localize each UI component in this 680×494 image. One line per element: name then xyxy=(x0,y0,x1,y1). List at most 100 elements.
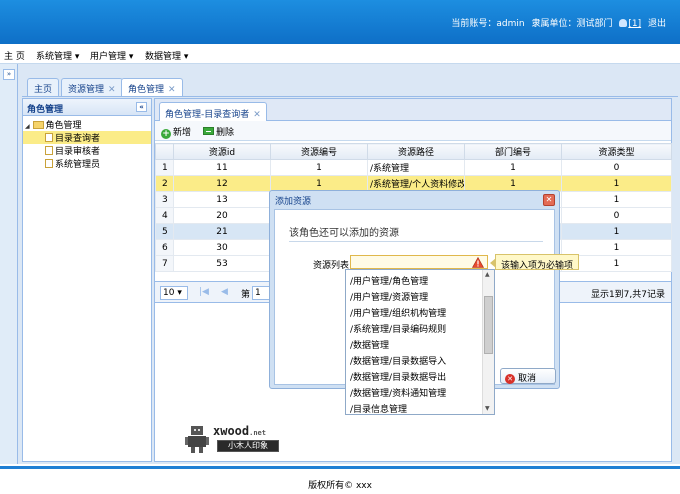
table-cell: 13 xyxy=(173,191,271,208)
resource-list-label: 资源列表 xyxy=(313,261,350,271)
west-collapsed-strip: » xyxy=(0,64,18,464)
table-cell: 30 xyxy=(173,239,271,256)
tree-node-sysadmin[interactable]: 系统管理员 xyxy=(23,157,151,170)
first-page-icon[interactable]: |◀ xyxy=(199,287,209,297)
column-header[interactable]: 资源编号 xyxy=(270,143,368,160)
page-size-select[interactable]: 10 ▾ xyxy=(160,286,188,300)
column-header[interactable]: 部门编号 xyxy=(464,143,562,160)
role-tree-panel: 角色管理 « ◢ 角色管理 目录查询者 目录审核者 系统管理员 xyxy=(22,98,152,462)
dropdown-option[interactable]: /数据管理/目录数据导出 xyxy=(346,367,482,383)
copyright-text: 版权所有© xxx xyxy=(308,481,372,491)
menu-system[interactable]: 系统管理 ▾ xyxy=(36,49,79,62)
column-header[interactable]: 资源id xyxy=(173,143,271,160)
tree-node-label: 目录审核者 xyxy=(55,147,101,157)
grid-toolbar: + 新增 删除 xyxy=(155,121,671,141)
tree-node-catalog-viewer[interactable]: 目录查询者 xyxy=(23,131,151,144)
watermark-name: xwood xyxy=(213,424,250,438)
row-number-cell: 6 xyxy=(155,239,174,256)
table-cell: 11 xyxy=(173,159,271,176)
account-label: 当前账号： xyxy=(451,19,497,29)
row-number-header xyxy=(155,143,174,160)
column-header[interactable]: 资源路径 xyxy=(367,143,465,160)
tab-home[interactable]: 主页 xyxy=(27,78,60,96)
row-number-cell: 4 xyxy=(155,207,174,224)
tab-strip-divider xyxy=(22,96,678,97)
menu-bar: 主 页 系统管理 ▾ 用户管理 ▾ 数据管理 ▾ xyxy=(0,44,680,64)
table-cell: 20 xyxy=(173,207,271,224)
dropdown-option[interactable]: /用户管理/角色管理 xyxy=(346,271,482,287)
close-icon[interactable]: ✕ xyxy=(253,110,261,120)
table-cell: 0 xyxy=(561,207,672,224)
panel-title: 角色管理 xyxy=(27,105,64,115)
collapse-icon[interactable]: « xyxy=(136,102,147,112)
table-cell: 1 xyxy=(464,159,562,176)
table-cell: 1 xyxy=(561,223,672,240)
dialog-title: 添加资源 xyxy=(275,197,312,207)
column-header[interactable]: 资源类型 xyxy=(561,143,672,160)
robot-logo-icon xyxy=(185,426,209,453)
tab-role-catalog-viewer[interactable]: 角色管理-目录查询者 ✕ xyxy=(159,102,267,121)
row-number-cell: 3 xyxy=(155,191,174,208)
dialog-close-icon[interactable]: ✕ xyxy=(543,194,555,206)
dropdown-option[interactable]: /数据管理/资料通知管理 xyxy=(346,383,482,399)
dialog-heading: 该角色还可以添加的资源 xyxy=(289,228,399,239)
table-cell: /系统管理 xyxy=(367,159,465,176)
dropdown-option[interactable]: /数据管理 xyxy=(346,335,482,351)
cancel-label: 取消 xyxy=(518,374,537,384)
table-row[interactable]: 1 11 1/系统管理 1 0 xyxy=(155,159,672,176)
delete-button[interactable]: 删除 xyxy=(203,125,234,138)
table-cell: 1 xyxy=(561,175,672,192)
dropdown-option[interactable]: /目录信息管理 xyxy=(346,399,482,414)
tab-role-label: 角色管理 xyxy=(128,85,165,95)
add-button[interactable]: + 新增 xyxy=(161,125,191,139)
scrollbar-thumb[interactable] xyxy=(484,296,493,354)
tree-node-root[interactable]: ◢ 角色管理 xyxy=(23,118,151,131)
table-cell: 53 xyxy=(173,255,271,272)
dropdown-option[interactable]: /用户管理/资源管理 xyxy=(346,287,482,303)
cancel-button[interactable]: ✕ 取消 xyxy=(500,368,556,384)
file-icon xyxy=(45,159,53,168)
dropdown-scrollbar[interactable]: ▲ ▼ xyxy=(482,270,494,414)
tree-toggle-icon[interactable]: ◢ xyxy=(25,123,30,130)
unit-name: 测试部门 xyxy=(576,19,613,29)
row-number-cell: 7 xyxy=(155,255,174,272)
tree-node-label: 系统管理员 xyxy=(55,160,101,170)
resource-list-combobox[interactable] xyxy=(350,255,488,269)
add-label: 新增 xyxy=(173,128,192,138)
logout-link[interactable]: 退出 xyxy=(648,19,666,29)
dropdown-option[interactable]: /系统管理/目录编码规则 xyxy=(346,319,482,335)
user-count[interactable]: [1] xyxy=(628,19,641,29)
folder-icon xyxy=(32,121,44,129)
account-name: admin xyxy=(496,19,525,29)
prev-page-icon[interactable]: ◀ xyxy=(221,287,228,297)
menu-data[interactable]: 数据管理 ▾ xyxy=(145,49,188,62)
user-info: 当前账号：admin 隶属单位：测试部门 [1] 退出 xyxy=(447,16,666,29)
close-icon[interactable]: ✕ xyxy=(168,85,176,95)
tab-resource-management[interactable]: 资源管理 ✕ xyxy=(61,78,123,96)
menu-user[interactable]: 用户管理 ▾ xyxy=(90,49,133,62)
user-icon[interactable] xyxy=(619,19,628,27)
tree-node-label: 目录查询者 xyxy=(55,134,101,144)
tree-node-catalog-reviewer[interactable]: 目录审核者 xyxy=(23,144,151,157)
panel-header: 角色管理 « xyxy=(23,99,151,116)
menu-home[interactable]: 主 页 xyxy=(4,49,25,62)
sub-tab-label: 角色管理-目录查询者 xyxy=(165,110,250,120)
file-icon xyxy=(45,146,53,155)
app-header: 当前账号：admin 隶属单位：测试部门 [1] 退出 xyxy=(0,0,680,44)
scroll-down-icon[interactable]: ▼ xyxy=(485,405,490,412)
row-number-cell: 2 xyxy=(155,175,174,192)
table-cell: 21 xyxy=(173,223,271,240)
tab-role-management[interactable]: 角色管理 ✕ xyxy=(121,78,183,96)
watermark-suffix: .net xyxy=(249,429,266,437)
page-footer: 版权所有© xxx xyxy=(0,466,680,494)
dropdown-option[interactable]: /用户管理/组织机构管理 xyxy=(346,303,482,319)
expand-icon[interactable]: » xyxy=(3,69,15,80)
watermark-text: xwood.net xyxy=(213,424,266,438)
scroll-up-icon[interactable]: ▲ xyxy=(485,271,490,278)
sub-tab-strip: 角色管理-目录查询者 ✕ xyxy=(155,99,671,121)
dialog-divider xyxy=(289,241,543,242)
close-icon[interactable]: ✕ xyxy=(108,85,116,95)
site-watermark: xwood.net 小木人印象 xyxy=(185,422,295,458)
dropdown-option[interactable]: /数据管理/目录数据导入 xyxy=(346,351,482,367)
tab-resource-label: 资源管理 xyxy=(68,85,105,95)
